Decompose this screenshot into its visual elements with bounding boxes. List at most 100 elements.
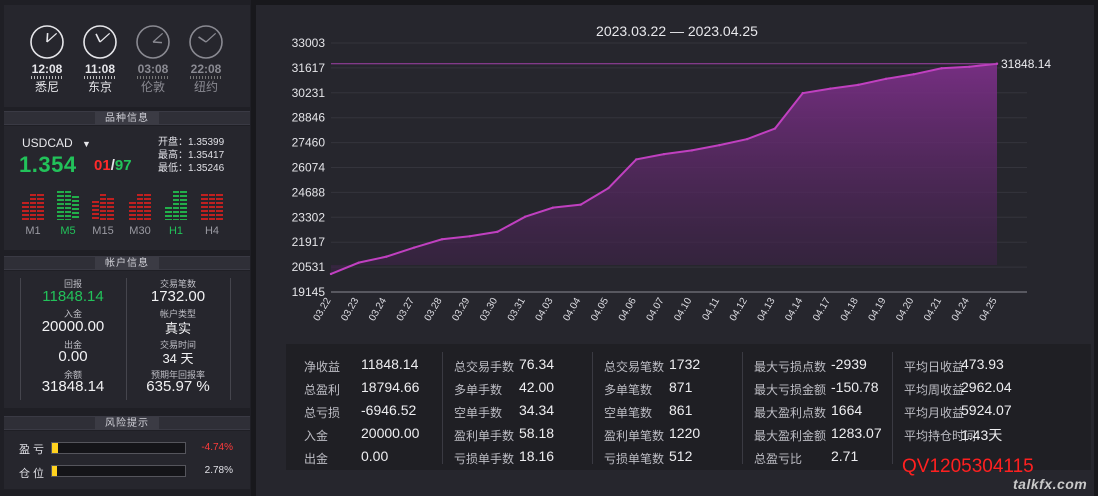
data-point bbox=[357, 261, 360, 264]
data-point bbox=[524, 215, 527, 218]
data-point bbox=[801, 91, 804, 95]
stat-value: 42.00 bbox=[519, 379, 555, 395]
stat-label: 亏损单手数 bbox=[454, 452, 515, 466]
x-tick-label: 03.29 bbox=[450, 296, 472, 324]
x-tick-label: 04.21 bbox=[922, 296, 944, 324]
data-point bbox=[468, 235, 471, 238]
stat-value: 1.43天 bbox=[961, 427, 1003, 443]
stat-value: -2939 bbox=[831, 356, 867, 372]
data-point bbox=[857, 83, 860, 87]
data-point bbox=[607, 186, 610, 190]
data-point bbox=[413, 246, 416, 249]
data-point bbox=[968, 65, 971, 68]
x-tick-label: 04.12 bbox=[728, 296, 750, 324]
stat-value: 1664 bbox=[831, 402, 863, 418]
data-point bbox=[718, 143, 721, 147]
y-tick-label: 19145 bbox=[292, 285, 326, 299]
stat-value: 2962.04 bbox=[961, 379, 1012, 395]
stat-label: 亏损单笔数 bbox=[604, 452, 665, 466]
stat-label: 空单笔数 bbox=[604, 406, 653, 420]
x-tick-label: 04.11 bbox=[700, 296, 722, 323]
x-tick-label: 04.10 bbox=[672, 296, 694, 324]
stat-divider bbox=[592, 352, 593, 464]
x-tick-label: 04.20 bbox=[894, 296, 916, 324]
stat-value: 871 bbox=[669, 379, 693, 395]
stat-value: 18794.66 bbox=[361, 379, 420, 395]
data-point bbox=[551, 206, 555, 209]
stat-divider bbox=[742, 352, 743, 464]
data-point bbox=[912, 73, 915, 76]
x-tick-label: 03.27 bbox=[395, 296, 417, 324]
watermark-text: QV1205304115 bbox=[902, 456, 1034, 477]
stat-label: 平均周收益 bbox=[904, 383, 965, 397]
x-tick-label: 04.06 bbox=[617, 296, 639, 324]
stat-label: 总亏损 bbox=[304, 406, 341, 420]
stat-label: 净收益 bbox=[304, 360, 341, 374]
data-point bbox=[690, 149, 693, 152]
data-point bbox=[579, 203, 582, 206]
stat-label: 总交易手数 bbox=[454, 360, 515, 374]
x-tick-label: 04.18 bbox=[839, 296, 861, 324]
stat-label: 多单笔数 bbox=[604, 383, 653, 397]
stat-value: 861 bbox=[669, 402, 693, 418]
stat-value: 473.93 bbox=[961, 356, 1004, 372]
x-tick-label: 04.03 bbox=[534, 296, 556, 324]
y-tick-label: 24688 bbox=[292, 185, 326, 199]
stat-value: 1283.07 bbox=[831, 425, 882, 441]
y-tick-label: 31617 bbox=[292, 61, 326, 75]
stat-value: 20000.00 bbox=[361, 425, 420, 441]
data-point bbox=[662, 152, 666, 156]
y-tick-label: 33003 bbox=[292, 36, 326, 50]
y-tick-label: 27460 bbox=[292, 136, 326, 150]
stat-value: 76.34 bbox=[519, 356, 555, 372]
x-tick-label: 04.19 bbox=[867, 296, 889, 324]
stat-label: 平均月收益 bbox=[904, 406, 965, 420]
data-point bbox=[440, 238, 444, 241]
data-point bbox=[995, 62, 999, 65]
data-point bbox=[746, 137, 749, 141]
stat-divider bbox=[442, 352, 443, 464]
y-tick-label: 30231 bbox=[292, 86, 326, 100]
stat-label: 盈利单手数 bbox=[454, 429, 515, 443]
stat-value: 5924.07 bbox=[961, 402, 1012, 418]
data-point bbox=[635, 158, 638, 161]
app-root: 12:08 悉尼 11:08 东京 03:08 伦敦 22:08 纽约 品种信息… bbox=[0, 0, 1098, 496]
stat-label: 空单手数 bbox=[454, 406, 503, 420]
y-tick-label: 26074 bbox=[292, 161, 326, 175]
data-point bbox=[496, 230, 499, 233]
data-point bbox=[940, 67, 943, 70]
stat-value: 0.00 bbox=[361, 448, 389, 464]
stat-value: 34.34 bbox=[519, 402, 555, 418]
y-tick-label: 28846 bbox=[292, 111, 326, 125]
y-tick-label: 21917 bbox=[292, 235, 326, 249]
stat-value: 1220 bbox=[669, 425, 701, 441]
data-point bbox=[385, 255, 388, 258]
x-tick-label: 04.04 bbox=[561, 296, 583, 324]
x-tick-label: 03.28 bbox=[423, 296, 445, 324]
x-tick-label: 04.24 bbox=[950, 296, 972, 324]
data-point bbox=[773, 127, 777, 130]
stat-label: 最大亏损点数 bbox=[754, 360, 827, 374]
stat-label: 最大亏损金额 bbox=[754, 383, 827, 397]
x-tick-label: 03.24 bbox=[367, 296, 389, 324]
stat-value: 1732 bbox=[669, 356, 701, 372]
x-tick-label: 04.14 bbox=[783, 296, 805, 324]
stat-label: 入金 bbox=[304, 429, 329, 443]
x-tick-label: 03.30 bbox=[478, 296, 500, 324]
y-tick-label: 20531 bbox=[292, 260, 326, 274]
stat-divider bbox=[892, 352, 893, 464]
x-tick-label: 04.05 bbox=[589, 296, 611, 324]
x-tick-label: 04.07 bbox=[645, 296, 667, 324]
stat-value: 58.18 bbox=[519, 425, 555, 441]
stat-label: 总盈亏比 bbox=[754, 452, 803, 466]
x-tick-label: 04.17 bbox=[811, 296, 833, 324]
stat-label: 多单手数 bbox=[454, 383, 503, 397]
x-tick-label: 04.25 bbox=[978, 296, 1000, 324]
stat-label: 最大盈利金额 bbox=[754, 429, 827, 443]
stat-label: 总交易笔数 bbox=[604, 360, 665, 374]
stat-label: 总盈利 bbox=[304, 383, 341, 397]
stat-label: 最大盈利点数 bbox=[754, 406, 827, 420]
stat-value: 2.71 bbox=[831, 448, 859, 464]
stat-label: 平均日收益 bbox=[904, 360, 965, 374]
stats-panel: 净收益 11848.14 总盈利 18794.66 总亏损 -6946.52 入金 20000… bbox=[286, 344, 1091, 470]
